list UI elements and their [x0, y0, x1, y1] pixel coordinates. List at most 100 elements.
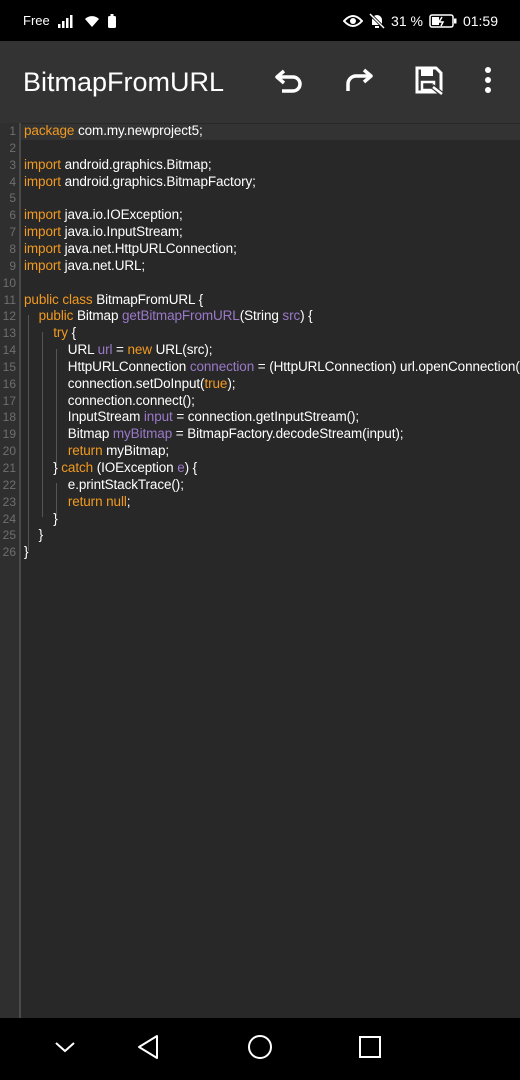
text-token: BitmapFromURL {: [92, 291, 204, 307]
text-token: java.io.InputStream;: [60, 224, 183, 240]
line-number-gutter: [0, 123, 19, 1018]
redo-button[interactable]: [335, 58, 383, 106]
code-line: Bitmap myBitmap = BitmapFactory.decodeSt…: [24, 426, 404, 442]
keyword-token: package: [24, 123, 75, 138]
text-token: android.graphics.BitmapFactory;: [60, 173, 256, 189]
line-number: 11: [3, 292, 16, 307]
text-token: connection.connect();: [24, 392, 195, 408]
status-bar: Free 31 % 01:59: [0, 0, 520, 41]
text-token: ) {: [300, 308, 313, 324]
line-number: 16: [2, 376, 16, 391]
code-line: import java.io.InputStream;: [24, 224, 183, 239]
redo-icon: [343, 64, 375, 101]
line-number: 12: [2, 309, 16, 324]
code-line: public class BitmapFromURL {: [24, 292, 203, 307]
back-button[interactable]: [128, 1029, 168, 1069]
identifier-token: url: [97, 342, 113, 358]
navigation-bar: [0, 1018, 520, 1080]
carrier-label: Free: [23, 13, 50, 28]
more-vert-icon: [483, 66, 493, 99]
line-number: 10: [2, 275, 16, 290]
line-number: 15: [2, 359, 16, 374]
line-number: 21: [2, 461, 16, 475]
code-line: HttpURLConnection connection = (HttpURLC…: [24, 359, 520, 374]
line-number: 14: [2, 343, 16, 358]
code-line: return null;: [24, 494, 131, 509]
keyword-token: import: [24, 173, 61, 189]
text-token: Bitmap: [73, 308, 123, 324]
text-token: HttpURLConnection: [24, 358, 190, 374]
keyword-token: public: [38, 308, 74, 324]
keyword-token: try: [53, 325, 68, 341]
keyword-token: import: [24, 257, 61, 273]
line-number: 8: [9, 241, 16, 256]
more-options-button[interactable]: [464, 58, 512, 106]
battery-percent: 31 %: [391, 12, 423, 29]
line-number: 1: [9, 124, 16, 138]
hide-keyboard-button[interactable]: [45, 1029, 85, 1069]
undo-button[interactable]: [265, 58, 313, 106]
line-number: 19: [2, 427, 16, 442]
battery-icon: [429, 13, 457, 28]
text-token: java.io.IOException;: [60, 207, 183, 223]
home-icon: [247, 1034, 273, 1065]
line-number: 9: [9, 258, 16, 273]
file-title: BitmapFromURL: [23, 67, 225, 97]
undo-icon: [273, 64, 305, 101]
signal-icon: [57, 14, 76, 28]
code-line: import java.net.URL;: [24, 258, 145, 273]
text-token: com.my.newproject5;: [74, 123, 203, 138]
line-number: 6: [9, 208, 16, 223]
identifier-token: getBitmapFromURL: [122, 308, 240, 324]
identifier-token: src: [282, 308, 301, 324]
text-token: );: [227, 375, 236, 391]
home-button[interactable]: [240, 1029, 280, 1069]
bell-off-icon: [369, 12, 386, 29]
keyword-token: import: [24, 224, 61, 240]
text-token: android.graphics.Bitmap;: [60, 156, 212, 172]
recents-button[interactable]: [350, 1029, 390, 1069]
line-number: 20: [2, 444, 16, 459]
identifier-token: e: [177, 460, 185, 475]
keyword-token: public class: [24, 291, 93, 307]
line-number: 4: [9, 174, 16, 189]
code-editor[interactable]: 1 2 3 4 5 6 7 8 9 10 11 12 13 14 15 16 17 18 19 20 21 22 23 24 2…: [0, 123, 520, 1018]
line-number: 22: [2, 477, 16, 492]
text-token: URL: [24, 342, 98, 358]
text-token: }: [24, 510, 58, 526]
line-number: 13: [2, 326, 16, 341]
line-number: 7: [9, 225, 16, 240]
code-line: import android.graphics.Bitmap;: [24, 157, 212, 172]
code-line: import java.net.HttpURLConnection;: [24, 241, 237, 256]
keyword-token: import: [24, 240, 61, 256]
identifier-token: myBitmap: [112, 426, 173, 442]
line-number: 23: [2, 494, 16, 509]
code-line: import android.graphics.BitmapFactory;: [24, 174, 256, 189]
code-line: }: [24, 527, 44, 542]
code-line: } catch (IOException e) {: [24, 460, 197, 475]
code-line: }: [24, 544, 29, 559]
code-line: return myBitmap;: [24, 443, 169, 458]
identifier-token: connection: [189, 358, 255, 374]
line-number: 5: [9, 191, 16, 206]
line-number: 25: [2, 528, 16, 543]
wifi-icon: [84, 14, 100, 28]
code-line: package com.my.newproject5;: [24, 123, 203, 138]
back-icon: [136, 1034, 160, 1065]
keyword-token: true: [204, 375, 228, 391]
save-button[interactable]: [405, 58, 453, 106]
text-token: e.printStackTrace();: [24, 476, 184, 492]
keyword-token: import: [24, 156, 61, 172]
line-number: 2: [9, 140, 16, 155]
text-token: Bitmap: [24, 426, 113, 442]
line-number: 17: [2, 393, 16, 408]
identifier-token: input: [143, 409, 173, 425]
keyword-token: return: [67, 443, 103, 459]
recents-icon: [358, 1035, 382, 1064]
code-line: import java.io.IOException;: [24, 207, 183, 222]
code-line: public Bitmap getBitmapFromURL(String sr…: [24, 308, 313, 323]
line-number: 18: [2, 410, 16, 425]
